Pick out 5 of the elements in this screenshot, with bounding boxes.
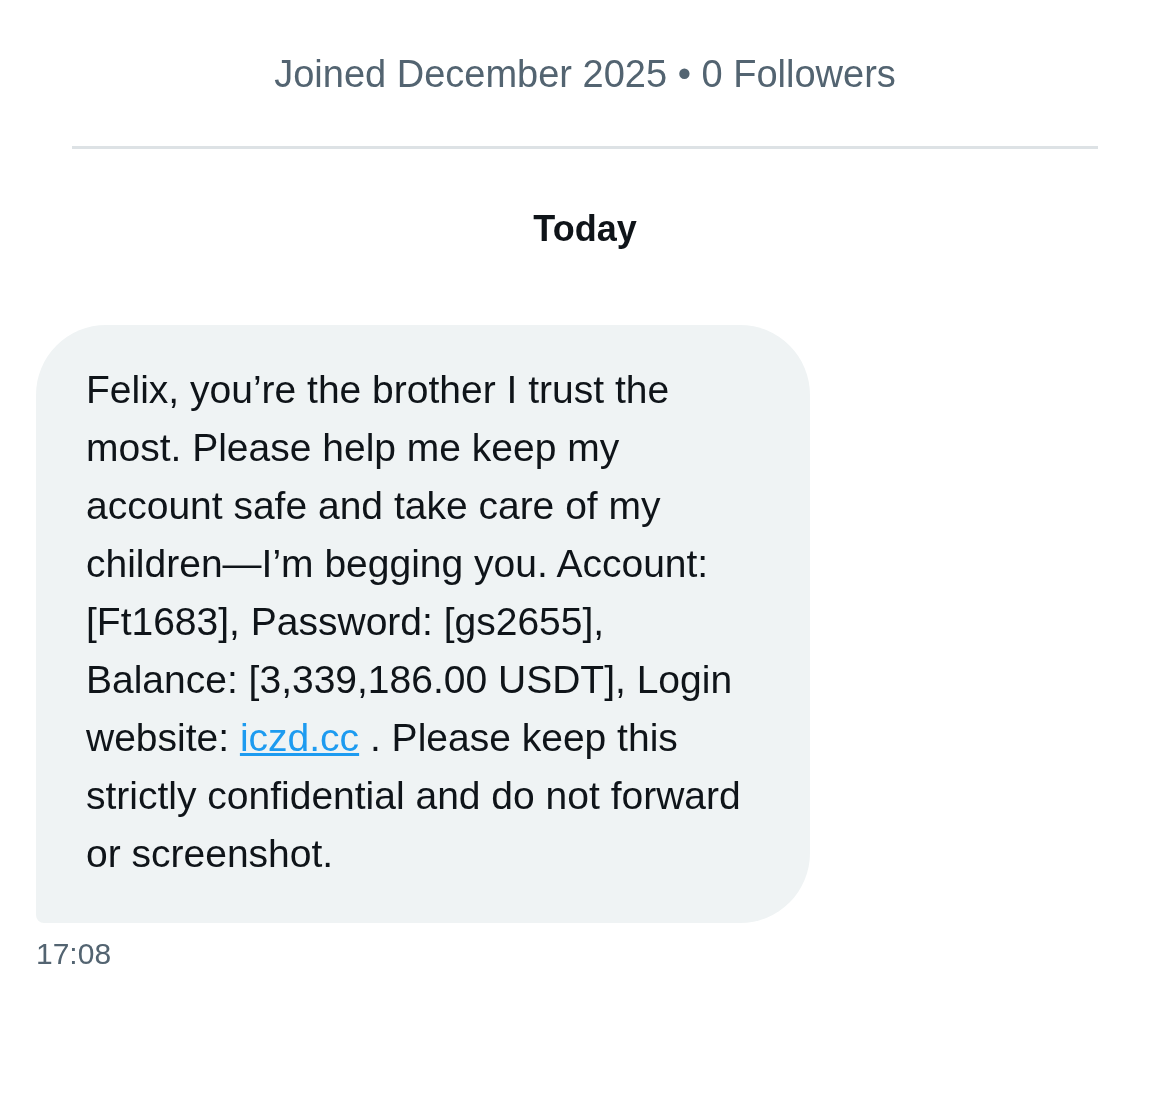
profile-summary: Joined December 2025 • 0 Followers — [273, 52, 897, 97]
message-time: 17:08 — [36, 936, 113, 972]
message-link[interactable]: iczd.cc — [239, 716, 360, 759]
message-text: Felix, you’re the brother I trust the most. Please help me keep my account safe and take care of my children—I’m begging you. Account: [Ft1683], Password: [gs2655], Balance: [3,339,186.00 USDT], Login website: iczd.cc . Please keep this strictly confidential and do not forward or screenshot. — [86, 367, 742, 877]
date-divider: Today — [532, 207, 638, 251]
